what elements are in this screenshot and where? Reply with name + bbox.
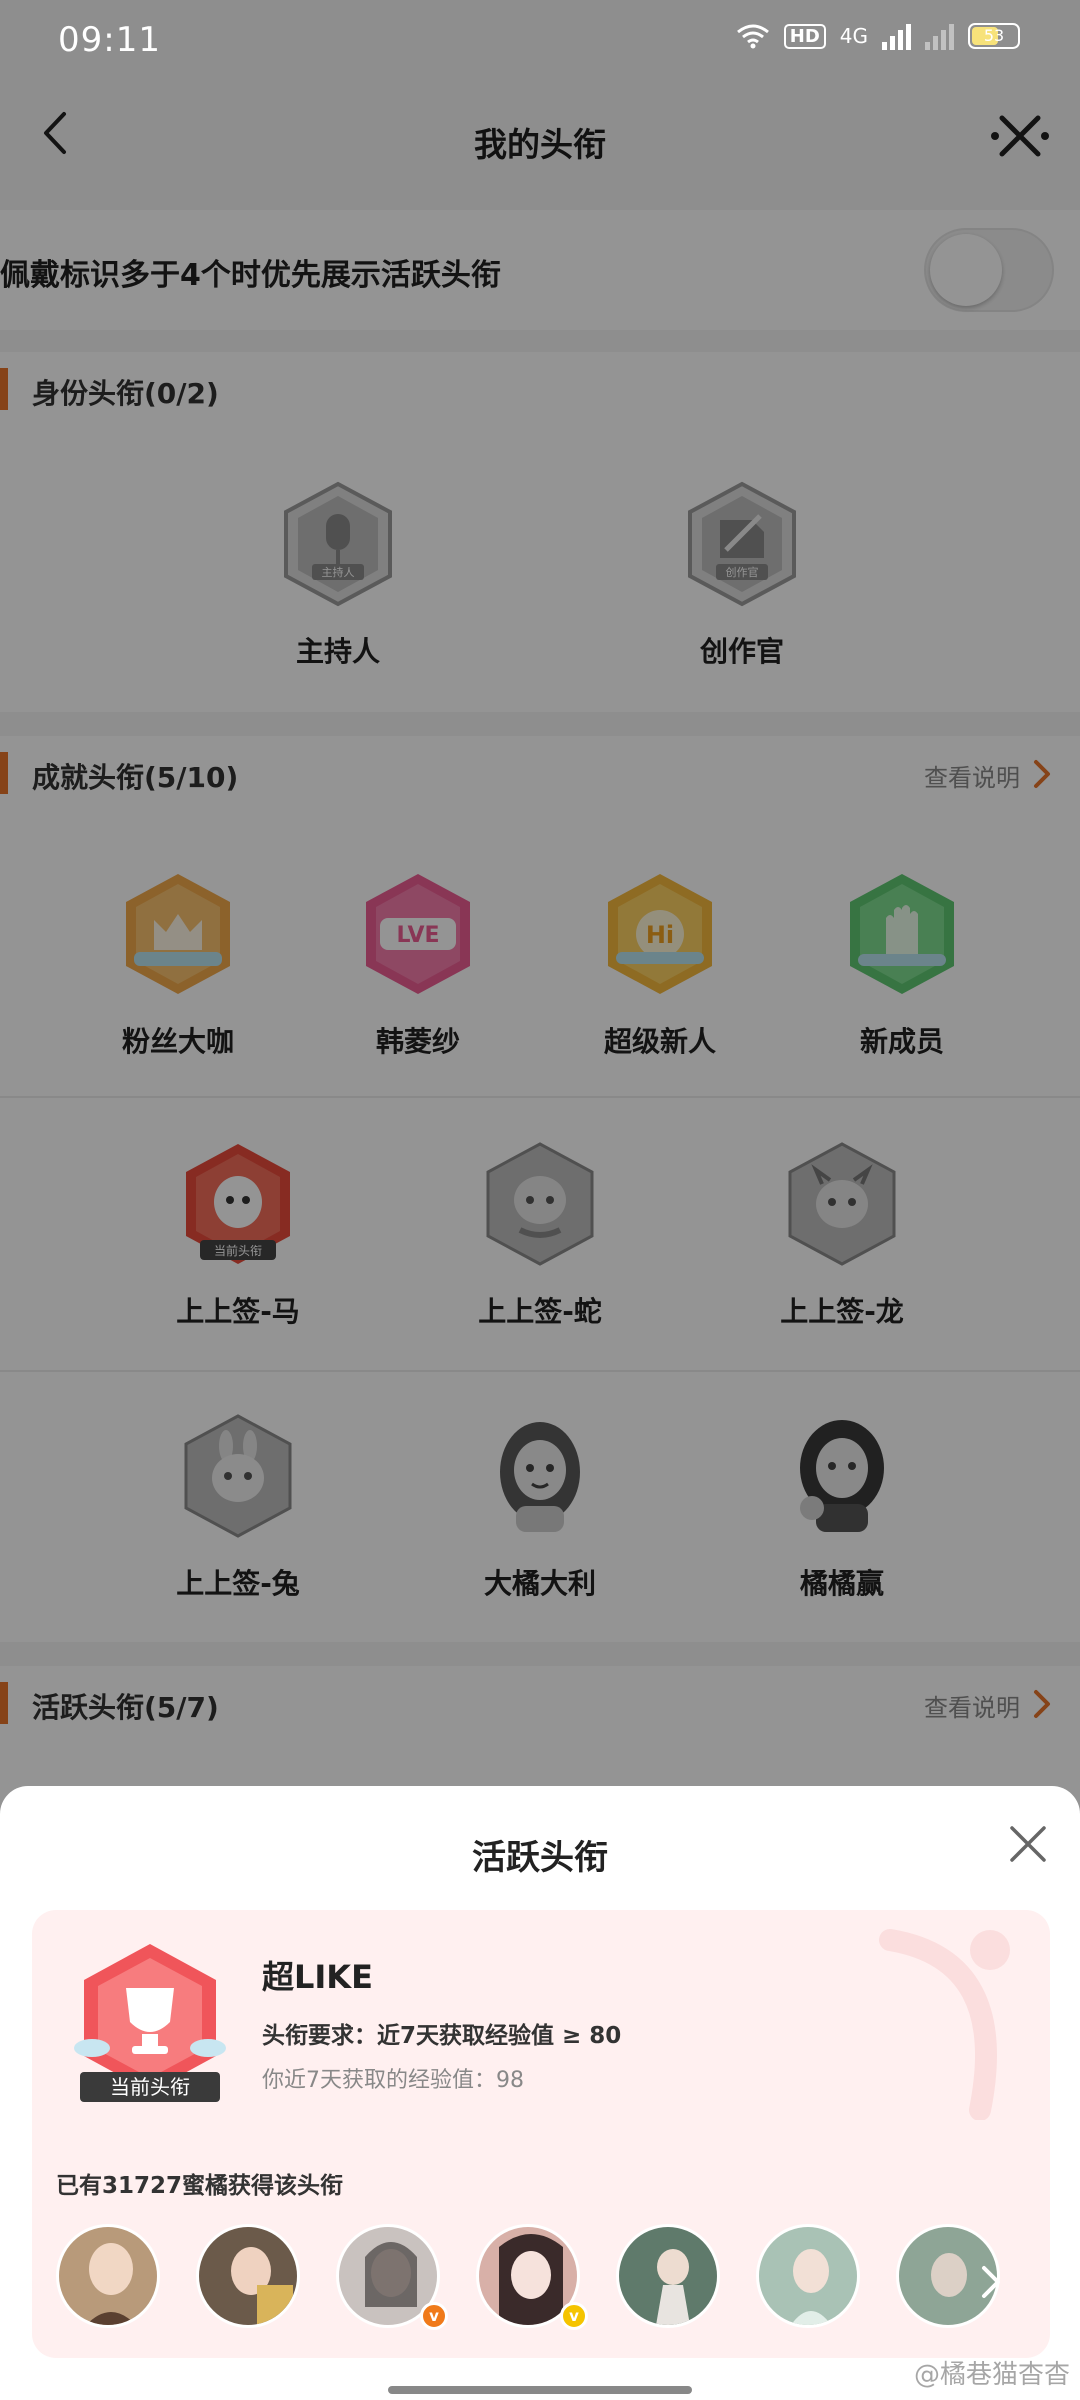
holder-avatar-list: v v xyxy=(56,2224,1036,2334)
current-exp: 你近7天获取的经验值：98 xyxy=(262,2068,524,2093)
status-bar: 09:11 HD 4G 53 xyxy=(0,0,1080,80)
trophy-icon: 当前头衔 xyxy=(74,1944,226,2102)
avatar[interactable] xyxy=(616,2224,720,2328)
verified-badge-orange-icon: v xyxy=(420,2302,448,2330)
decoration-icon xyxy=(879,1929,1010,2120)
close-icon[interactable] xyxy=(1006,1822,1050,1866)
svg-text:当前头衔: 当前头衔 xyxy=(110,2075,190,2099)
avatar[interactable] xyxy=(56,2224,160,2328)
status-time: 09:11 xyxy=(58,20,161,60)
title-detail-card: 当前头衔 超LIKE 头衔要求：近7天获取经验值 ≥ 80 你近7天获取的经验值… xyxy=(32,1910,1050,2358)
network-type: 4G xyxy=(839,24,868,48)
title-requirement: 头衔要求：近7天获取经验值 ≥ 80 xyxy=(262,2023,622,2049)
home-indicator[interactable] xyxy=(388,2386,692,2394)
watermark: @橘巷猫杳杳 xyxy=(913,2360,1070,2390)
verified-badge-yellow-icon: v xyxy=(560,2302,588,2330)
avatar[interactable] xyxy=(196,2224,300,2328)
chevron-right-icon[interactable] xyxy=(976,2262,1006,2302)
signal-secondary-icon xyxy=(925,22,954,50)
hd-indicator: HD xyxy=(783,23,826,49)
wifi-icon xyxy=(736,24,769,49)
signal-icon xyxy=(882,22,911,50)
avatar[interactable] xyxy=(756,2224,860,2328)
active-title-sheet: 活跃头衔 当前头衔 超LIKE 头衔要求：近7天获取经验值 ≥ 80 你近7天获… xyxy=(0,1786,1080,2400)
title-name: 超LIKE xyxy=(262,1958,373,1996)
battery-icon: 53 xyxy=(968,23,1020,49)
holder-count: 已有31727蜜橘获得该头衔 xyxy=(56,2173,344,2199)
status-icons: HD 4G 53 xyxy=(736,22,1020,50)
sheet-title: 活跃头衔 xyxy=(472,1838,608,1878)
